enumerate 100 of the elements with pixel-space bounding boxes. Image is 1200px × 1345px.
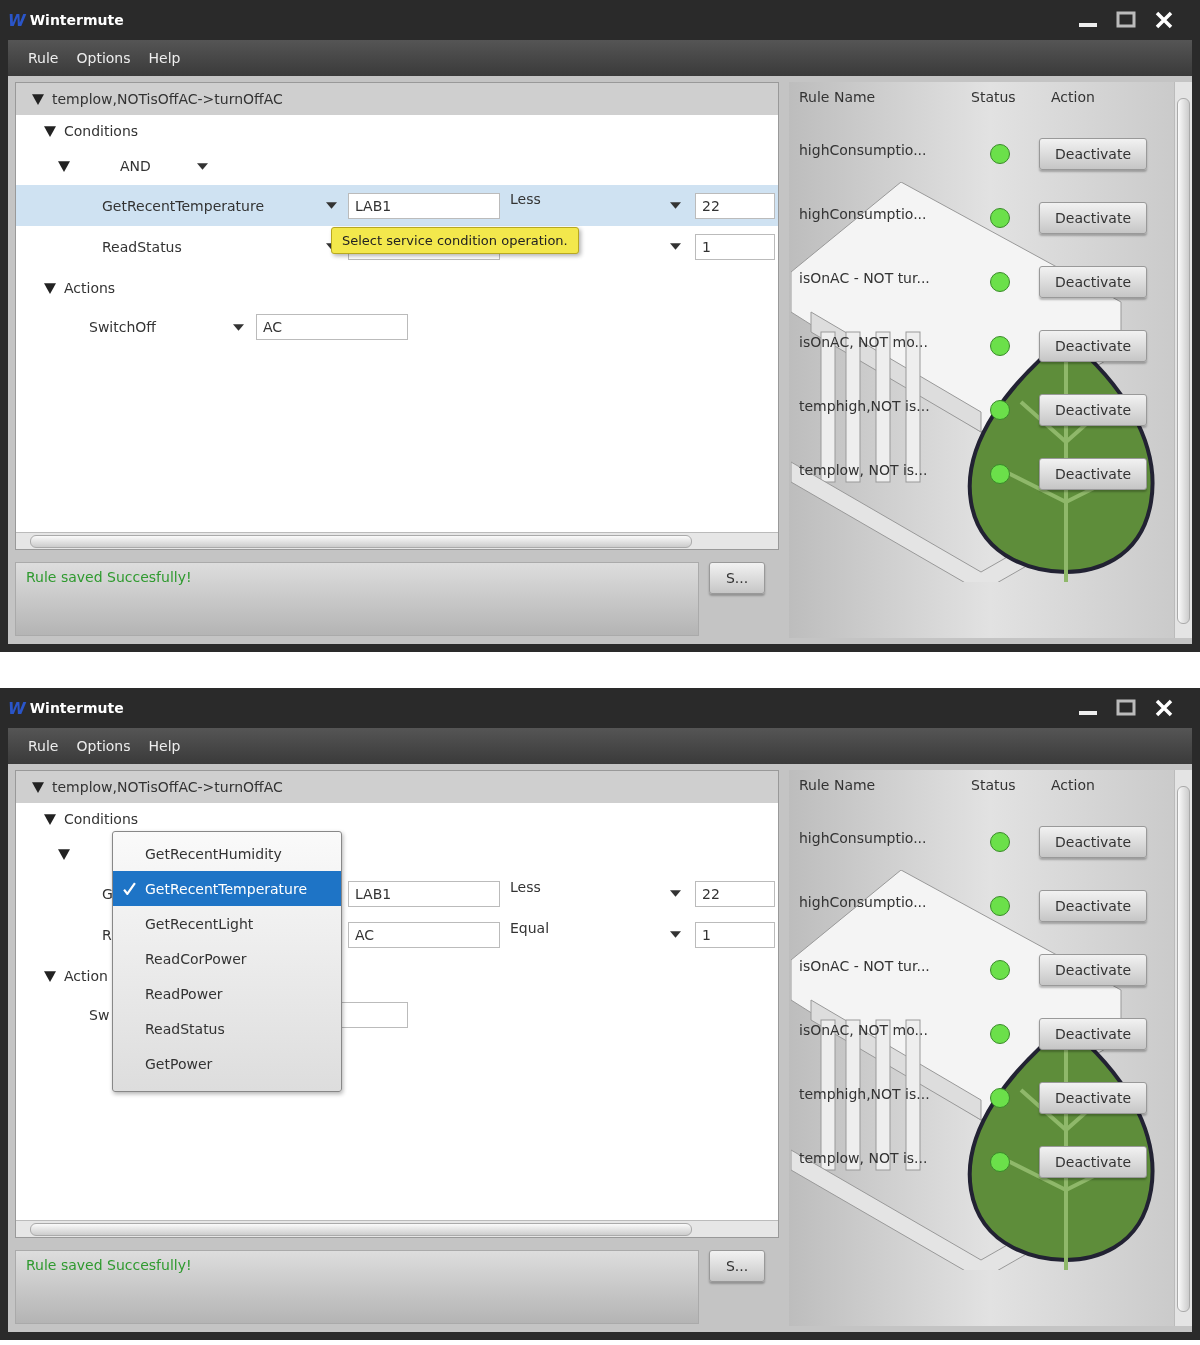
rule-name: isOnAC, NOT mo... <box>799 334 929 352</box>
caret-icon[interactable] <box>670 890 681 897</box>
value-field[interactable]: 22 <box>695 880 775 907</box>
menu-item[interactable]: Help <box>148 738 181 754</box>
expand-icon[interactable] <box>44 813 56 825</box>
dropdown-item[interactable]: ReadCorPower <box>113 941 341 976</box>
check-icon <box>122 882 136 895</box>
deactivate-button[interactable]: Deactivate <box>1039 202 1147 234</box>
column-header: Status <box>971 776 1017 793</box>
rule-name: templow, NOT is... <box>799 462 929 480</box>
service-label: R <box>102 926 112 943</box>
dropdown-item[interactable]: GetRecentHumidity <box>113 836 341 871</box>
target-field[interactable]: AC <box>256 314 408 340</box>
rule-name: highConsumptio... <box>799 894 928 912</box>
dropdown-item[interactable]: ReadStatus <box>113 1011 341 1046</box>
service-label: G <box>102 885 113 902</box>
deactivate-button[interactable]: Deactivate <box>1039 266 1147 298</box>
rule-name: temphigh,NOT is... <box>799 398 931 416</box>
tree-label: Conditions <box>64 811 139 827</box>
deactivate-button[interactable]: Deactivate <box>1039 458 1147 490</box>
caret-icon[interactable] <box>670 931 681 938</box>
menu-item[interactable]: Options <box>76 738 131 754</box>
caret-icon[interactable] <box>670 202 681 209</box>
expand-icon[interactable] <box>44 125 56 137</box>
target-field[interactable]: AC <box>348 921 500 948</box>
window-title: Wintermute <box>29 700 124 716</box>
deactivate-button[interactable]: Deactivate <box>1039 330 1147 362</box>
tree-label: Conditions <box>64 123 139 139</box>
deactivate-button[interactable]: Deactivate <box>1039 890 1147 922</box>
maximize-icon[interactable] <box>1116 10 1136 30</box>
app-logo: W <box>8 10 26 30</box>
rule-name: templow, NOT is... <box>799 1150 929 1168</box>
deactivate-button[interactable]: Deactivate <box>1039 954 1147 986</box>
vertical-scrollbar[interactable] <box>1174 770 1192 1326</box>
rule-title: templow,NOTisOffAC->turnOffAC <box>52 779 283 795</box>
maximize-icon[interactable] <box>1116 698 1136 718</box>
horizontal-scrollbar[interactable] <box>16 532 778 549</box>
dropdown-item[interactable]: GetRecentTemperature <box>113 871 341 906</box>
comparison-label: Less <box>510 879 541 895</box>
expand-icon[interactable] <box>44 970 56 982</box>
rule-title: templow,NOTisOffAC->turnOffAC <box>52 91 283 107</box>
service-label: ReadStatus <box>102 238 182 255</box>
tree-label: Action <box>64 968 108 984</box>
expand-icon[interactable] <box>32 781 44 793</box>
column-header: Rule Name <box>799 776 877 793</box>
tooltip: Select service condition operation. <box>331 227 579 254</box>
operator-label: AND <box>120 158 151 174</box>
window-title: Wintermute <box>29 12 124 28</box>
deactivate-button[interactable]: Deactivate <box>1039 1082 1147 1114</box>
action-label: SwitchOff <box>89 319 158 335</box>
vertical-scrollbar[interactable] <box>1174 82 1192 638</box>
caret-icon[interactable] <box>326 202 337 209</box>
column-header: Rule Name <box>799 88 877 105</box>
action-label: Sw <box>89 1007 111 1023</box>
expand-icon[interactable] <box>58 160 70 172</box>
horizontal-scrollbar[interactable] <box>16 1220 778 1237</box>
expand-icon[interactable] <box>58 848 70 860</box>
caret-icon[interactable] <box>233 323 244 331</box>
rule-name: isOnAC - NOT tur... <box>799 958 931 976</box>
status-message: Rule saved Succesfully! <box>26 1257 192 1273</box>
deactivate-button[interactable]: Deactivate <box>1039 138 1147 170</box>
service-label: GetRecentTemperature <box>102 197 265 214</box>
value-field[interactable]: 1 <box>695 921 775 948</box>
deactivate-button[interactable]: Deactivate <box>1039 1146 1147 1178</box>
rule-name: isOnAC - NOT tur... <box>799 270 931 288</box>
deactivate-button[interactable]: Deactivate <box>1039 1018 1147 1050</box>
deactivate-button[interactable]: Deactivate <box>1039 826 1147 858</box>
target-field[interactable]: LAB1 <box>348 192 500 219</box>
caret-icon[interactable] <box>196 162 208 170</box>
value-field[interactable]: 1 <box>695 233 775 260</box>
close-icon[interactable] <box>1154 698 1174 718</box>
menu-item[interactable]: Rule <box>28 50 59 66</box>
rule-name: temphigh,NOT is... <box>799 1086 931 1104</box>
comparison-label: Less <box>510 191 541 207</box>
dropdown-item[interactable]: GetRecentLight <box>113 906 341 941</box>
rule-name: highConsumptio... <box>799 206 928 224</box>
expand-icon[interactable] <box>44 282 56 294</box>
target-field[interactable]: LAB1 <box>348 880 500 907</box>
app-logo: W <box>8 698 26 718</box>
menu-item[interactable]: Help <box>148 50 181 66</box>
caret-icon[interactable] <box>670 243 681 250</box>
deactivate-button[interactable]: Deactivate <box>1039 394 1147 426</box>
status-message: Rule saved Succesfully! <box>26 569 192 585</box>
column-header: Action <box>1050 776 1096 793</box>
rule-name: isOnAC, NOT mo... <box>799 1022 929 1040</box>
column-header: Status <box>971 88 1017 105</box>
rule-name: highConsumptio... <box>799 830 928 848</box>
save-button[interactable]: S... <box>709 1250 765 1282</box>
save-button[interactable]: S... <box>709 562 765 594</box>
menu-item[interactable]: Rule <box>28 738 59 754</box>
comparison-label: Equal <box>510 920 550 936</box>
dropdown-item[interactable]: GetPower <box>113 1046 341 1081</box>
close-icon[interactable] <box>1154 10 1174 30</box>
rule-name: highConsumptio... <box>799 142 928 160</box>
menu-item[interactable]: Options <box>76 50 131 66</box>
column-header: Action <box>1050 88 1096 105</box>
dropdown-item[interactable]: ReadPower <box>113 976 341 1011</box>
value-field[interactable]: 22 <box>695 192 775 219</box>
tree-label: Actions <box>64 280 116 296</box>
expand-icon[interactable] <box>32 93 44 105</box>
